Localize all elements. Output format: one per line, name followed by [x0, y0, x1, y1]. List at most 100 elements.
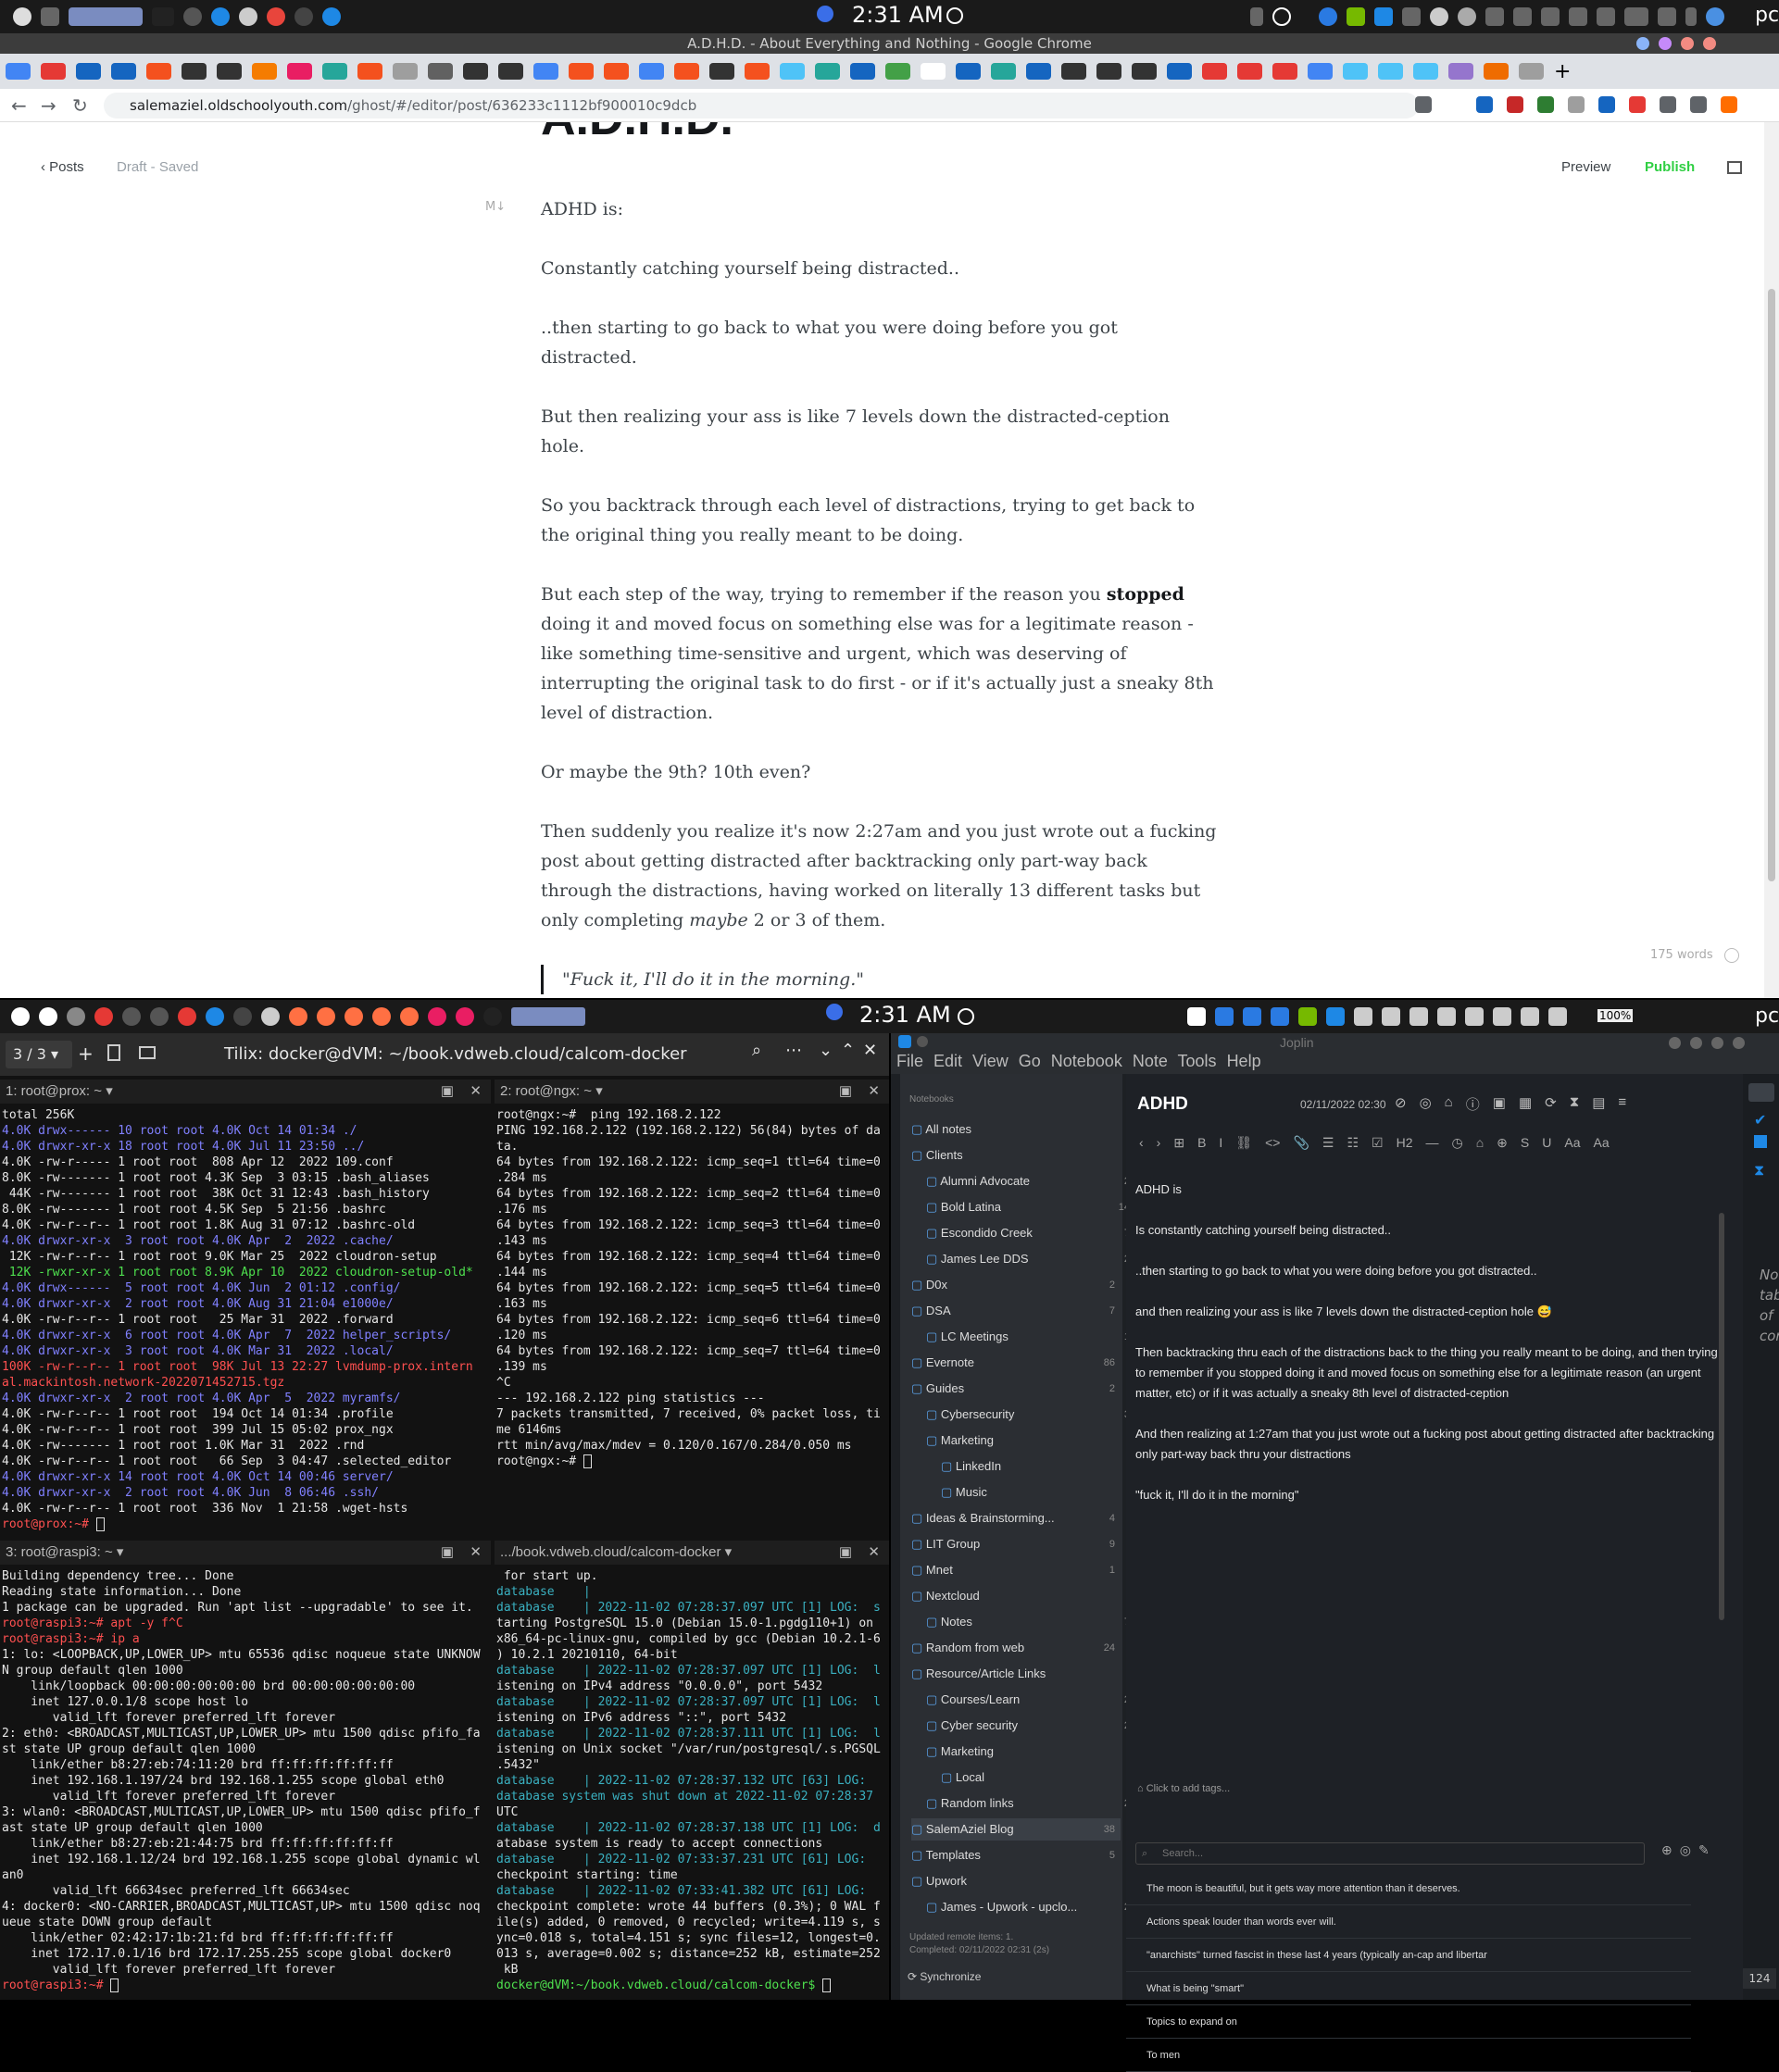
dock-app-icon[interactable] — [206, 1007, 224, 1026]
clock[interactable]: 2:31 AM — [852, 2, 944, 28]
window-thumbnail-icon[interactable] — [69, 7, 143, 26]
notebook-item[interactable]: ▢ Nextcloud — [911, 1585, 1121, 1607]
notebook-item[interactable]: ▢ Cybersecurity3 — [926, 1404, 1135, 1426]
browser-tab[interactable] — [885, 63, 910, 80]
browser-tab[interactable] — [428, 63, 453, 80]
split-icon[interactable] — [107, 1044, 120, 1061]
notebook-item[interactable]: ▢ Random from web 24 — [911, 1637, 1121, 1659]
format-icon[interactable]: ⌂ — [1476, 1135, 1484, 1151]
maximize-icon[interactable]: ▣ — [839, 1541, 852, 1565]
layout-icon[interactable] — [1748, 1083, 1774, 1102]
format-icon[interactable]: ◷ — [1451, 1135, 1462, 1151]
chevron-down-icon[interactable] — [1685, 7, 1697, 26]
publish-button[interactable]: Publish — [1645, 159, 1695, 175]
browser-tab[interactable] — [1378, 63, 1403, 80]
terminal-pane-2[interactable]: root@ngx:~# ping 192.168.2.122 PING 192.1… — [496, 1107, 889, 1607]
apple-icon[interactable] — [13, 7, 31, 26]
menu-file[interactable]: File — [896, 1052, 933, 1070]
chevron-down-icon[interactable]: ⌄ — [819, 1041, 833, 1060]
pane-header[interactable]: .../book.vdweb.cloud/calcom-docker ▾ ▣ ✕ — [495, 1541, 889, 1565]
browser-tab[interactable] — [1484, 63, 1509, 80]
notebook-item[interactable]: ▢ Alumni Advocate2 — [926, 1170, 1135, 1192]
browser-tab[interactable] — [393, 63, 418, 80]
format-icon[interactable]: ☰ — [1322, 1135, 1334, 1151]
browser-tab[interactable] — [956, 63, 981, 80]
posts-back-link[interactable]: ‹ Posts — [41, 159, 84, 175]
timer-icon[interactable] — [946, 7, 963, 24]
browser-tab[interactable] — [1167, 63, 1192, 80]
format-icon[interactable]: S — [1521, 1135, 1529, 1151]
format-icon[interactable]: ☷ — [1347, 1135, 1359, 1151]
browser-tab[interactable] — [850, 63, 875, 80]
new-note-icon[interactable]: ✎ — [1698, 1842, 1710, 1858]
post-body[interactable]: ADHD is: Constantly catching yourself be… — [541, 194, 1217, 994]
terminal-pane-3[interactable]: Building dependency tree... Done Reading … — [2, 1568, 491, 2000]
app-icon[interactable] — [211, 7, 230, 26]
volume-icon[interactable] — [1597, 7, 1615, 26]
notebook-item[interactable]: ▢ Upwork — [911, 1870, 1121, 1892]
dock-app-icon[interactable] — [400, 1007, 419, 1026]
dock-app-icon[interactable] — [39, 1007, 57, 1026]
tray-icon[interactable] — [1243, 1007, 1261, 1026]
note-list-item[interactable]: Actions speak louder than words ever wil… — [1126, 1905, 1691, 1939]
pane-header[interactable]: 2: root@ngx: ~ ▾ ▣ ✕ — [495, 1080, 889, 1104]
menu-edit[interactable]: Edit — [933, 1052, 972, 1070]
add-tags[interactable]: ⌂ Click to add tags... — [1137, 1783, 1230, 1794]
dock-app-icon[interactable] — [511, 1007, 585, 1026]
notebook-item[interactable]: ▢ Courses/Learn2 — [926, 1689, 1135, 1711]
search-icon[interactable]: ⌕ — [752, 1041, 761, 1060]
maximize-button[interactable] — [1659, 37, 1672, 50]
browser-tab[interactable] — [1413, 63, 1438, 80]
format-icon[interactable]: — — [1425, 1135, 1438, 1151]
browser-tab[interactable] — [6, 63, 31, 80]
tray-icon[interactable] — [1298, 1007, 1317, 1026]
check-icon[interactable]: ◎ — [1680, 1842, 1691, 1858]
nvidia-icon[interactable] — [1347, 7, 1365, 26]
menu-view[interactable]: View — [972, 1052, 1019, 1070]
browser-tab[interactable] — [76, 63, 101, 80]
extension-icon[interactable] — [1721, 96, 1737, 113]
notebook-item[interactable]: ▢ D0x 2 — [911, 1274, 1121, 1296]
terminal-pane-1[interactable]: total 256K 4.0K drwx------ 10 root root 4… — [2, 1107, 491, 1607]
sort-icon[interactable]: ⊕ — [1661, 1842, 1673, 1858]
format-icon[interactable]: U — [1542, 1135, 1551, 1151]
notebook-item[interactable]: ▢ Bold Latina 14 — [926, 1196, 1135, 1218]
browser-tab[interactable] — [780, 63, 805, 80]
notebook-item[interactable]: ▢ Cyber security2 — [926, 1715, 1135, 1737]
close-icon[interactable]: ✕ — [470, 1080, 482, 1104]
notebook-item[interactable]: ▢ LC Meetings1 — [926, 1326, 1135, 1348]
volume-icon[interactable] — [1569, 7, 1587, 26]
format-icon[interactable]: Aa — [1594, 1135, 1610, 1151]
tray-icon[interactable] — [1402, 7, 1421, 26]
notebook-item[interactable]: ▢ Clients — [911, 1144, 1121, 1167]
tray-icon[interactable] — [1272, 7, 1291, 26]
browser-tab[interactable] — [217, 63, 242, 80]
browser-tab[interactable] — [252, 63, 277, 80]
browser-tab[interactable] — [533, 63, 558, 80]
extension-icon[interactable] — [1537, 96, 1554, 113]
notebook-item[interactable]: ▢ Mnet 1 — [911, 1559, 1121, 1581]
settings-icon[interactable] — [1706, 7, 1724, 26]
maximize-icon[interactable]: ▣ — [441, 1541, 454, 1565]
chrome-icon[interactable] — [183, 7, 202, 26]
dock-app-icon[interactable] — [67, 1007, 85, 1026]
extension-icon[interactable] — [1507, 96, 1523, 113]
notebook-item[interactable]: ▢ Local1 — [941, 1766, 1150, 1789]
dock-app-icon[interactable] — [345, 1007, 363, 1026]
browser-tab[interactable] — [1272, 63, 1297, 80]
tray-icon[interactable] — [1430, 7, 1448, 26]
dock-app-icon[interactable] — [456, 1007, 474, 1026]
pane-header[interactable]: 1: root@prox: ~ ▾ ▣ ✕ — [0, 1080, 491, 1104]
format-icon[interactable]: ⊞ — [1173, 1135, 1184, 1151]
notebook-item[interactable]: ▢ All notes — [911, 1118, 1121, 1141]
tray-icon[interactable] — [1458, 7, 1476, 26]
extension-icon[interactable] — [1629, 96, 1646, 113]
toolbar-icon[interactable]: ▣ — [1493, 1094, 1506, 1114]
add-icon[interactable]: + — [78, 1042, 94, 1065]
back-icon[interactable]: ← — [11, 94, 27, 117]
tray-icon[interactable] — [1437, 1007, 1456, 1026]
note-list-item[interactable]: "anarchists" turned fascist in these las… — [1126, 1939, 1691, 1972]
extension-icon[interactable] — [1446, 96, 1462, 113]
extension-icon[interactable] — [1598, 96, 1615, 113]
search-input[interactable]: ⌕ Search... — [1135, 1842, 1645, 1865]
